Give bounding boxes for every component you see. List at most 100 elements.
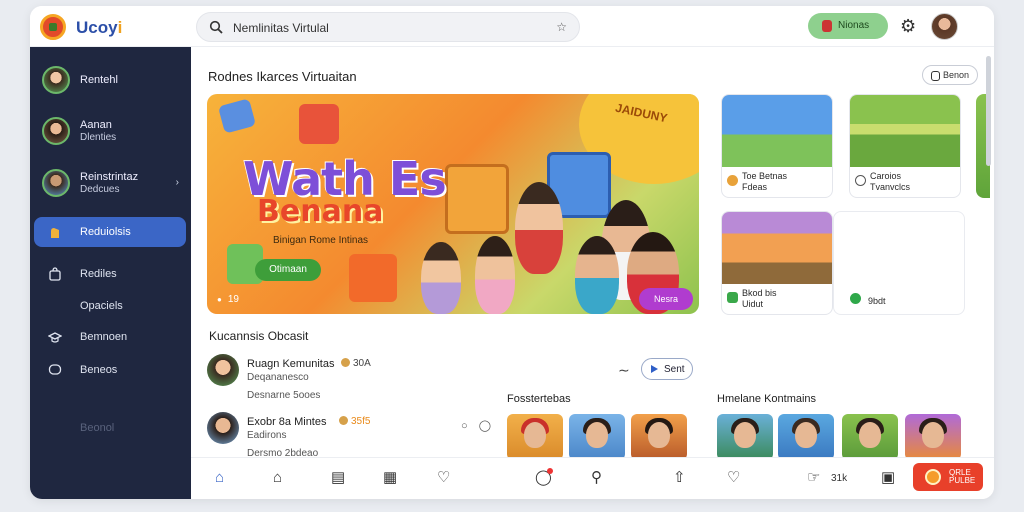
content-card[interactable]: 9bdt [833,211,965,315]
sidebar-user-2[interactable]: Aanan Dlenties [40,115,185,149]
child-figure [421,242,461,314]
toy-block [299,104,339,144]
search-icon [209,20,223,34]
hand-icon [51,228,59,238]
bottom-bar: ⌂ ⌂ ▤ ▦ ♡ ◯ ⚲ ⇧ ♡ ☞ 31k ▣ QRLE PULBE [191,457,994,499]
thumbnail[interactable] [717,414,773,460]
share-icon[interactable]: ◯ [479,420,491,432]
hero-meta: 19 [217,294,239,305]
sidebar-item-beneos[interactable]: Beneos [34,355,186,385]
thumbnail[interactable] [507,414,563,460]
toy-block [217,98,257,134]
bag-icon [49,267,61,281]
content-card[interactable]: Caroios Tvanvclcs [849,94,961,198]
heart-icon[interactable]: ♡ [727,470,740,486]
bag-icon [822,20,832,32]
card-icon [727,292,738,303]
brand-name: Ucoyi [76,18,123,37]
child-figure [575,236,619,314]
feed-item[interactable]: Ruagn Kemunitas 30A Deqananesco Desnarne… [207,354,497,404]
feed-item[interactable]: Exobr 8a Mintes 35f5 Eadirons Dersmo 2bd… [207,412,497,462]
hero-cta-button[interactable]: Otimaan [255,259,321,281]
thumbnail[interactable] [778,414,834,460]
settings-gear-icon[interactable]: ⚙ [900,17,916,35]
sidebar-item-opaciels[interactable]: Opaciels [34,291,186,321]
content-card[interactable]: Toe Betnas Fdeas [721,94,833,198]
sidebar-item-reduiolsis[interactable]: Reduiolsis [34,217,186,247]
thumbnail[interactable] [905,414,961,460]
user-name: Reinstrintaz [80,171,139,183]
search-input[interactable]: Nemlinitas Virtulal [233,21,329,35]
feed-item-name: Exobr 8a Mintes [247,416,327,428]
sidebar-item-beonol[interactable]: Beonol [34,413,186,443]
feed-item-subtitle: Eadirons [247,430,287,441]
feed-item-name: Ruagn Kemunitas [247,358,335,370]
search-icon[interactable]: ⚲ [591,470,602,486]
send-button[interactable]: Sent [641,358,693,380]
main-content: Rodnes Ikarces Virtuaitan Benon JAIDUNY … [191,47,994,460]
scrollbar[interactable] [986,56,991,166]
house-outline-icon[interactable]: ⌂ [273,470,282,486]
chevron-right-icon[interactable]: › [176,177,179,188]
card-caption: Caroios Tvanvclcs [870,171,911,192]
logo-icon[interactable] [40,14,66,40]
section-title: Rodnes Ikarces Virtuaitan [208,69,357,84]
hero-subtitle: Binigan Rome Intinas [273,235,369,246]
user-name: Rentehl [80,74,118,86]
feed-item-actions: ○ ◯ [461,419,491,432]
card-icon [850,293,861,304]
like-count: 31k [831,473,848,484]
sidebar-user-3[interactable]: Reinstrintaz Dedcues › [40,167,185,201]
card-image [722,212,832,284]
card-icon [727,175,738,186]
thumbnail[interactable] [842,414,898,460]
notification-dot [547,468,553,474]
avatar [42,66,70,94]
feed-item-subtitle: Deqananesco [247,372,309,383]
card-image [722,95,832,167]
live-button[interactable]: QRLE PULBE [913,463,983,491]
graduation-cap-icon [48,332,62,343]
star-icon[interactable]: ☆ [556,20,567,34]
feed-item-count: 35f5 [339,416,370,427]
user-subtitle: Dlenties [80,132,117,143]
child-figure [515,182,563,274]
thumbnail[interactable] [631,414,687,460]
search-bar[interactable]: Nemlinitas Virtulal ☆ [196,12,580,42]
like-icon[interactable]: ☞ [807,470,820,486]
profile-avatar[interactable] [931,13,958,40]
content-card[interactable]: Bkod bis Uidut [721,211,833,315]
wave-icon[interactable]: ∼ [618,362,630,379]
hero-title-2: Benana [257,194,384,229]
home-icon[interactable]: ⌂ [215,470,224,486]
sidebar-item-bemnoen[interactable]: Bemnoen [34,322,186,352]
gallery-icon[interactable]: ▦ [383,470,397,486]
hero-tag[interactable]: Nesra [639,288,693,310]
sidebar-item-rediles[interactable]: Rediles [34,259,186,289]
avatar [42,169,70,197]
book-icon[interactable]: ▤ [331,470,345,486]
avatar [207,412,239,444]
sidebar: Rentehl Aanan Dlenties Reinstrintaz Dedc… [30,47,191,499]
user-name: Aanan [80,119,112,131]
card-caption: 9bdt [868,296,886,306]
strip-title: Hmelane Kontmains [717,393,817,405]
upload-icon[interactable]: ⇧ [673,470,686,486]
chat-icon [48,364,62,375]
card-icon [855,175,866,186]
exit-icon[interactable]: ▣ [881,470,895,486]
hero-banner[interactable]: JAIDUNY Wath Es Benana Binigan Rome Inti… [207,94,699,314]
heart-icon[interactable]: ♡ [437,470,450,486]
strip-title: Fosstertebas [507,393,571,405]
primary-action-button[interactable]: Nionas [808,13,888,39]
sidebar-user-1[interactable]: Rentehl [40,64,185,98]
thumbnail[interactable] [569,414,625,460]
feed-item-count: 30A [341,358,371,369]
section-button[interactable]: Benon [922,65,978,85]
card-image [850,95,960,167]
card-caption: Bkod bis Uidut [742,288,777,309]
record-icon [925,469,941,485]
avatar [42,117,70,145]
bell-icon[interactable]: ○ [461,420,468,432]
avatar [207,354,239,386]
